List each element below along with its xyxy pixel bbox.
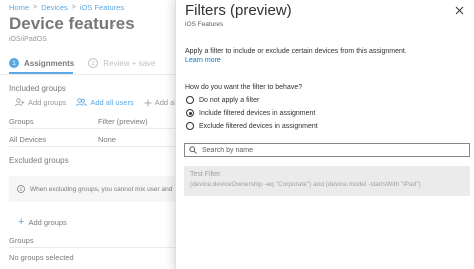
radio-label: Include filtered devices in assignment: [199, 109, 316, 117]
learn-more-link[interactable]: Learn more: [185, 57, 221, 64]
panel-title: Filters (preview): [185, 2, 292, 19]
radio-include-filtered[interactable]: Include filtered devices in assignment: [186, 109, 315, 117]
radio-circle-checked: [186, 109, 194, 117]
radio-label: Do not apply a filter: [199, 96, 260, 104]
filter-name: Test Filter: [190, 171, 221, 178]
radio-no-filter[interactable]: Do not apply a filter: [186, 96, 259, 104]
filter-search-box[interactable]: [184, 143, 470, 157]
search-input[interactable]: [202, 146, 452, 154]
close-button[interactable]: [454, 5, 465, 16]
page-overlay: [0, 0, 175, 269]
radio-circle: [186, 96, 194, 104]
radio-exclude-filtered[interactable]: Exclude filtered devices in assignment: [186, 122, 318, 130]
radio-label: Exclude filtered devices in assignment: [199, 122, 318, 130]
panel-subtitle: iOS Features: [185, 21, 224, 28]
filters-panel: Filters (preview) iOS Features Apply a f…: [175, 0, 474, 269]
panel-description: Apply a filter to include or exclude cer…: [185, 48, 407, 55]
filter-rule: (device.deviceOwnership -eq "Corporate")…: [190, 181, 421, 188]
search-icon: [189, 146, 197, 154]
filter-list-item[interactable]: Test Filter (device.deviceOwnership -eq …: [184, 166, 470, 196]
filter-behavior-label: How do you want the filter to behave?: [185, 84, 303, 91]
close-icon: [455, 6, 464, 15]
radio-circle: [186, 122, 194, 130]
